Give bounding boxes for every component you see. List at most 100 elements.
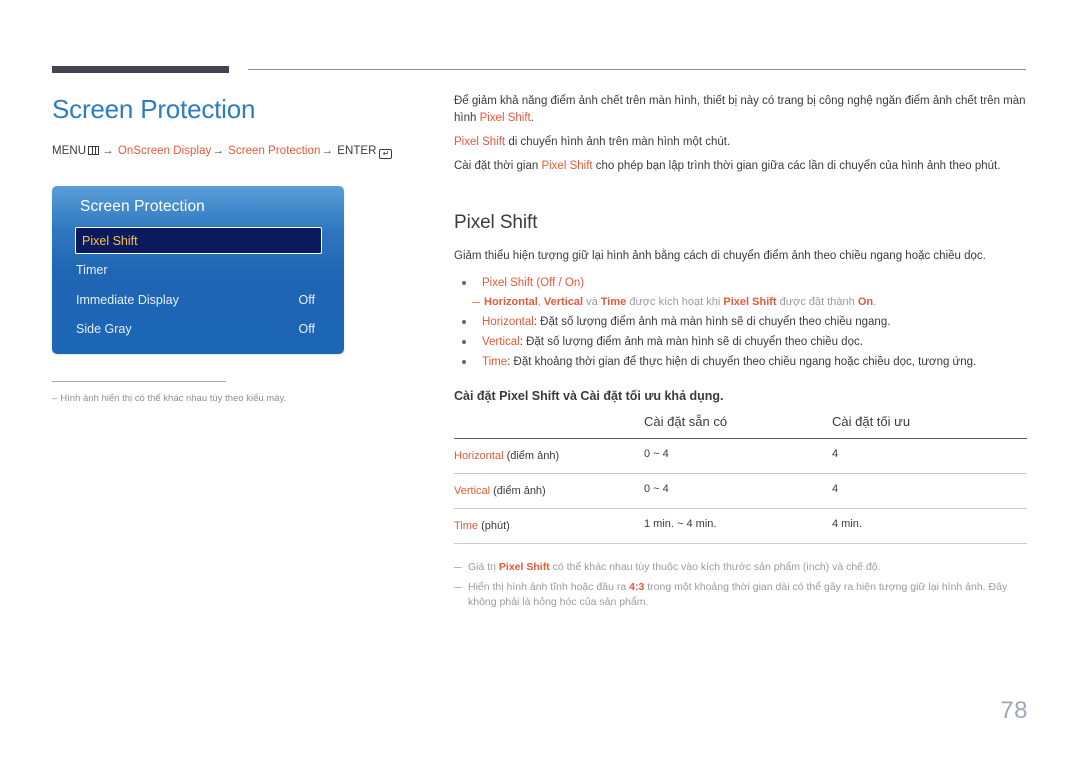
- bullet-4-rest: : Đặt khoảng thời gian để thực hiện di c…: [507, 356, 977, 368]
- osd-item-value: Off: [298, 321, 315, 336]
- osd-menu-item-immediate-display[interactable]: Immediate Display Off: [76, 287, 320, 312]
- table-row: Vertical (điểm ảnh) 0 ~ 4 4: [454, 473, 1027, 509]
- footnote-1-b: có thể khác nhau tùy thuộc vào kích thướ…: [549, 561, 881, 573]
- breadcrumb-arrow-1: →: [102, 145, 114, 157]
- header-rule-thick: [52, 66, 229, 73]
- breadcrumb-enter-label: ENTER: [337, 145, 377, 157]
- left-footnote: – Hình ảnh hiển thị có thể khác nhau tùy …: [52, 392, 382, 405]
- row-0-label-accent: Horizontal: [454, 450, 504, 462]
- footnote-2-accent: 4:3: [629, 581, 645, 593]
- subnote-mid: và: [583, 296, 601, 308]
- left-note-divider: [52, 381, 226, 382]
- table-cell-optimum: 4 min.: [832, 508, 1027, 544]
- intro-paragraph-2: Pixel Shift di chuyển hình ảnh trên màn …: [454, 134, 1027, 151]
- section-description: Giảm thiểu hiện tượng giữ lại hình ảnh b…: [454, 250, 986, 262]
- intro-p3-accent: Pixel Shift: [541, 160, 593, 172]
- bullet-1-rest: (Off / On): [533, 277, 585, 289]
- subnote-accent-vertical: Vertical: [543, 296, 584, 308]
- row-2-label-accent: Time: [454, 520, 479, 532]
- intro-paragraph-1: Để giảm khả năng điểm ảnh chết trên màn …: [454, 93, 1027, 127]
- intro-p2-b: di chuyển hình ảnh trên màn hình một chú…: [505, 136, 731, 148]
- osd-item-label: Side Gray: [76, 321, 132, 336]
- footnote-dash-icon: –: [52, 393, 58, 404]
- left-column: Screen Protection MENU → OnScreen Display…: [52, 92, 422, 159]
- header-rules: [0, 0, 1080, 73]
- left-footnote-text: Hình ảnh hiển thị có thể khác nhau tùy t…: [60, 393, 287, 404]
- intro-p3-a: Cài đặt thời gian: [454, 160, 542, 172]
- osd-menu-title: Screen Protection: [80, 198, 205, 215]
- osd-item-value: Off: [298, 292, 315, 307]
- right-column: Để giảm khả năng điểm ảnh chết trên màn …: [454, 93, 1027, 615]
- table-cell-label: Time (phút): [454, 508, 644, 544]
- footnote-2-a: Hiển thị hình ảnh tĩnh hoặc đầu ra: [468, 581, 630, 593]
- intro-paragraph-3: Cài đặt thời gian Pixel Shift cho phép b…: [454, 158, 1027, 175]
- section-title: Pixel Shift: [454, 212, 538, 233]
- table-cell-available: 0 ~ 4: [644, 473, 832, 509]
- table-row: Time (phút) 1 min. ~ 4 min. 4 min.: [454, 508, 1027, 544]
- subnote-accent-time: Time: [600, 296, 627, 308]
- bullet-3-accent: Vertical: [482, 336, 520, 348]
- osd-menu-item-timer[interactable]: Timer: [76, 257, 320, 282]
- row-1-label-accent: Vertical: [454, 485, 491, 497]
- osd-menu-panel: Screen Protection Pixel Shift Timer Imme…: [52, 186, 344, 354]
- subnote-text-2: được đặt thành: [776, 296, 858, 308]
- intro-p1-accent: Pixel Shift: [479, 112, 531, 124]
- subnote-accent-pixel-shift: Pixel Shift: [723, 296, 777, 308]
- bullet-time: Time: Đặt khoảng thời gian để thực hiện …: [454, 352, 1027, 372]
- footnote-1-a: Giá trị: [468, 561, 499, 573]
- breadcrumb-arrow-2: →: [212, 145, 224, 157]
- footnote-1-accent: Pixel Shift: [498, 561, 550, 573]
- row-1-label-rest: (điểm ảnh): [490, 485, 546, 497]
- bullet-vertical: Vertical: Đặt số lượng điểm ảnh mà màn h…: [454, 332, 1027, 352]
- subnote-end: .: [873, 296, 877, 308]
- subnote-accent-horizontal: Horizontal: [484, 296, 538, 308]
- menu-bars-icon: [88, 146, 100, 155]
- settings-table: Cài đặt sẵn có Cài đặt tối ưu Horizontal…: [454, 414, 1027, 544]
- subnote-activation: Horizontal, Vertical và Time được kích h…: [454, 293, 1027, 312]
- osd-item-label: Immediate Display: [76, 292, 179, 307]
- table-header-col-2: Cài đặt tối ưu: [832, 414, 911, 429]
- table-header-col-1: Cài đặt sẵn có: [644, 414, 728, 429]
- intro-p1-b: .: [530, 112, 534, 124]
- osd-item-label: Pixel Shift: [82, 233, 138, 248]
- page-number: 78: [1000, 697, 1028, 724]
- intro-p2-accent: Pixel Shift: [454, 136, 506, 148]
- bullet-list: Pixel Shift (Off / On) Horizontal, Verti…: [454, 273, 1027, 372]
- bullet-horizontal: Horizontal: Đặt số lượng điểm ảnh mà màn…: [454, 312, 1027, 332]
- intro-p3-b: cho phép bạn lập trình thời gian giữa cá…: [592, 160, 1001, 172]
- osd-menu-item-side-gray[interactable]: Side Gray Off: [76, 316, 320, 341]
- breadcrumb: MENU → OnScreen Display→ Screen Protectio…: [52, 145, 422, 159]
- bullet-2-accent: Horizontal: [482, 316, 534, 328]
- table-cell-label: Horizontal (điểm ảnh): [454, 438, 644, 474]
- osd-menu-item-pixel-shift[interactable]: Pixel Shift: [75, 227, 322, 254]
- bullet-2-rest: : Đặt số lượng điểm ảnh mà màn hình sẽ d…: [533, 316, 891, 328]
- table-cell-optimum: 4: [832, 473, 1027, 509]
- bullet-1-accent: Pixel Shift: [482, 277, 534, 289]
- osd-item-label: Timer: [76, 262, 108, 277]
- enter-key-icon: ↵: [379, 148, 393, 159]
- breadcrumb-menu-label: MENU: [52, 145, 87, 157]
- table-cell-label: Vertical (điểm ảnh): [454, 473, 644, 509]
- breadcrumb-path-1[interactable]: OnScreen Display: [118, 145, 211, 157]
- bullet-4-accent: Time: [482, 356, 508, 368]
- breadcrumb-arrow-3: →: [321, 145, 333, 157]
- table-cell-optimum: 4: [832, 438, 1027, 474]
- table-row: Horizontal (điểm ảnh) 0 ~ 4 4: [454, 438, 1027, 474]
- row-0-label-rest: (điểm ảnh): [503, 450, 560, 462]
- table-header-col-0: [454, 414, 644, 439]
- bullet-pixel-shift: Pixel Shift (Off / On): [454, 273, 1027, 293]
- breadcrumb-path-2[interactable]: Screen Protection: [228, 145, 320, 157]
- row-2-label-rest: (phút): [478, 520, 510, 532]
- table-heading: Cài đặt Pixel Shift và Cài đặt tối ưu kh…: [454, 389, 724, 403]
- table-cell-available: 1 min. ~ 4 min.: [644, 508, 832, 544]
- page-title: Screen Protection: [52, 94, 256, 124]
- footnote-2: Hiển thị hình ảnh tĩnh hoặc đầu ra 4:3 t…: [454, 580, 1027, 610]
- table-cell-available: 0 ~ 4: [644, 438, 832, 474]
- subnote-text: được kích hoạt khi: [626, 296, 724, 308]
- subnote-accent-on: On: [857, 296, 874, 308]
- footnote-1: Giá trị Pixel Shift có thể khác nhau tùy…: [454, 560, 1027, 575]
- bullet-3-rest: : Đặt số lượng điểm ảnh mà màn hình sẽ d…: [519, 336, 863, 348]
- intro-p1-a: Để giảm khả năng điểm ảnh chết trên màn …: [454, 95, 1026, 124]
- table-header-row: Cài đặt sẵn có Cài đặt tối ưu: [454, 414, 1027, 439]
- header-rule-thin: [248, 69, 1026, 70]
